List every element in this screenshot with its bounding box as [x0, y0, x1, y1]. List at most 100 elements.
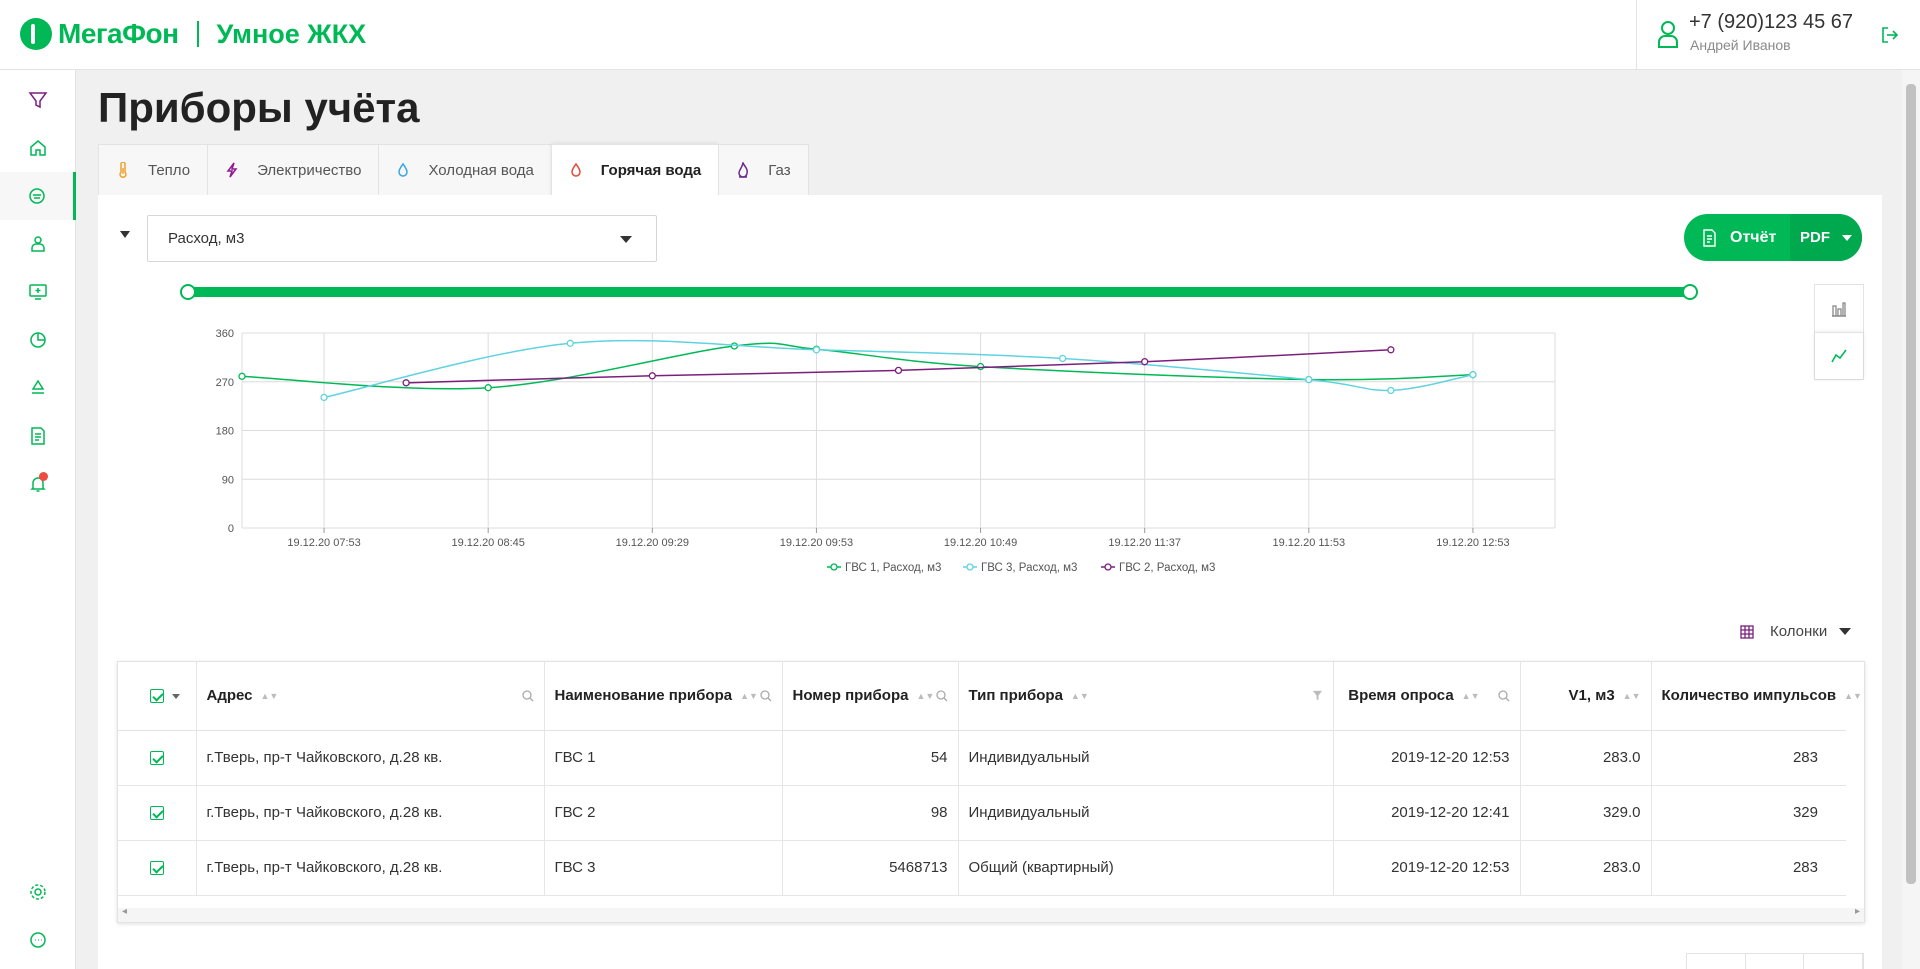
- sidebar-item-users[interactable]: [0, 220, 76, 268]
- cell-address: г.Тверь, пр-т Чайковского, д.28 кв.: [196, 785, 545, 841]
- sort-icon[interactable]: ▲▼: [1462, 691, 1480, 701]
- page-scrollbar-thumb[interactable]: [1906, 84, 1916, 884]
- sidebar-item-analytics[interactable]: [0, 316, 76, 364]
- sidebar-item-meters[interactable]: [0, 172, 76, 220]
- sidebar-item-monitor[interactable]: [0, 268, 76, 316]
- tab-hot-water[interactable]: Горячая вода: [550, 144, 719, 196]
- resource-tabs: Тепло Электричество Холодная вода Горяча…: [98, 144, 809, 196]
- chart-type-toggle: [1814, 284, 1864, 380]
- data-point: [1058, 354, 1067, 363]
- data-point: [238, 372, 246, 380]
- parameter-select[interactable]: Расход, м3: [147, 215, 657, 262]
- time-range-start-handle[interactable]: [180, 284, 196, 300]
- tab-cold-water[interactable]: Холодная вода: [378, 144, 551, 196]
- logout-icon[interactable]: [1881, 26, 1899, 44]
- cell-address: г.Тверь, пр-т Чайковского, д.28 кв.: [196, 840, 545, 896]
- table-row[interactable]: г.Тверь, пр-т Чайковского, д.28 кв. ГВС …: [118, 730, 1846, 786]
- table-row[interactable]: г.Тверь, пр-т Чайковского, д.28 кв. ГВС …: [118, 840, 1846, 896]
- columns-button[interactable]: Колонки: [1740, 623, 1852, 640]
- sidebar-item-documents[interactable]: [0, 412, 76, 460]
- cell-device-type: Индивидуальный: [958, 730, 1334, 786]
- report-format-dropdown[interactable]: PDF: [1790, 214, 1862, 261]
- cell-device-name: ГВС 2: [544, 785, 783, 841]
- column-header-device-number[interactable]: Номер прибора ▲▼: [782, 662, 959, 731]
- sidebar-item-settings[interactable]: [0, 868, 76, 916]
- page-scrollbar[interactable]: [1902, 70, 1920, 969]
- row-checkbox[interactable]: [118, 730, 197, 786]
- pagination-button[interactable]: [1746, 954, 1805, 969]
- sort-icon[interactable]: ▲▼: [916, 691, 934, 701]
- table-horizontal-scrollbar[interactable]: [118, 906, 1864, 922]
- report-button[interactable]: Отчёт PDF: [1684, 214, 1862, 261]
- user-group-icon: [31, 236, 45, 252]
- sidebar-item-recycle[interactable]: [0, 364, 76, 412]
- column-header-pulses[interactable]: Количество импульсов ▲▼: [1651, 662, 1862, 731]
- tab-gas[interactable]: Газ: [718, 144, 809, 196]
- select-all-checkbox[interactable]: [118, 662, 197, 731]
- sort-icon[interactable]: ▲▼: [1071, 691, 1089, 701]
- sidebar-item-chat[interactable]: [0, 916, 76, 964]
- table-row[interactable]: г.Тверь, пр-т Чайковского, д.28 кв. ГВС …: [118, 785, 1846, 841]
- sort-icon[interactable]: ▲▼: [740, 691, 758, 701]
- sidebar-item-notifications[interactable]: [0, 460, 76, 508]
- sidebar-item-filter[interactable]: [0, 76, 76, 124]
- cell-device-number: 98: [782, 785, 959, 841]
- brand-logo[interactable]: МегаФон Умное ЖКХ: [20, 16, 366, 52]
- data-point: [566, 339, 574, 347]
- column-header-device-type[interactable]: Тип прибора ▲▼: [958, 662, 1334, 731]
- sidebar: [0, 70, 76, 969]
- search-icon[interactable]: [1497, 690, 1510, 702]
- sort-icon[interactable]: ▲▼: [1623, 691, 1641, 701]
- line-chart-button[interactable]: [1815, 332, 1863, 379]
- home-icon: [30, 140, 46, 156]
- chat-icon: [30, 932, 46, 948]
- settings-icon: [30, 884, 46, 900]
- x-tick-label: 19.12.20 12:53: [1436, 537, 1509, 549]
- pagination-button[interactable]: [1804, 954, 1864, 969]
- row-checkbox[interactable]: [118, 785, 197, 841]
- thermometer-icon: [119, 162, 127, 178]
- pagination-button[interactable]: [1687, 954, 1746, 969]
- sidebar-item-home[interactable]: [0, 124, 76, 172]
- column-header-v1[interactable]: V1, м3 ▲▼: [1520, 662, 1652, 731]
- data-point: [1469, 371, 1477, 379]
- row-checkbox[interactable]: [118, 840, 197, 896]
- tab-label: Горячая вода: [600, 161, 702, 179]
- bar-chart-icon: [1832, 301, 1846, 317]
- bar-chart-button[interactable]: [1815, 285, 1863, 332]
- line-chart-icon: [1831, 349, 1847, 363]
- search-icon[interactable]: [759, 690, 772, 702]
- tab-electricity[interactable]: Электричество: [207, 144, 379, 196]
- checkbox-icon: [150, 861, 164, 876]
- column-header-poll-time[interactable]: Время опроса ▲▼: [1333, 662, 1521, 731]
- checkbox-icon: [150, 689, 164, 704]
- collapse-filter-toggle[interactable]: [120, 231, 130, 238]
- header-label: Номер прибора: [792, 687, 909, 705]
- filter-icon[interactable]: [1312, 690, 1323, 701]
- consumption-chart: 0 90 180 270 360 19.12.20 07:53 19.12.20 08:45…: [216, 328, 1556, 574]
- x-tick-label: 19.12.20 11:37: [1108, 537, 1181, 549]
- time-range-end-handle[interactable]: [1682, 284, 1698, 300]
- report-format: PDF: [1800, 229, 1830, 246]
- column-header-address[interactable]: Адрес ▲▼: [196, 662, 545, 731]
- legend-entry: ГВС 2, Расход, м3: [1119, 562, 1215, 574]
- search-icon[interactable]: [521, 690, 534, 702]
- cell-poll-time: 2019-12-20 12:53: [1333, 730, 1521, 786]
- data-point: [484, 384, 492, 392]
- cell-poll-time: 2019-12-20 12:53: [1333, 840, 1521, 896]
- sort-icon[interactable]: ▲▼: [261, 691, 279, 701]
- hot-water-drop-icon: [571, 162, 581, 177]
- tab-heat[interactable]: Тепло: [98, 144, 208, 196]
- sort-icon[interactable]: ▲▼: [1844, 691, 1862, 701]
- time-range-slider[interactable]: [188, 287, 1690, 297]
- monitor-icon: [29, 284, 47, 300]
- column-header-device-name[interactable]: Наименование прибора ▲▼: [544, 662, 783, 731]
- data-point: [1387, 386, 1395, 395]
- search-icon[interactable]: [935, 690, 948, 702]
- user-phone[interactable]: +7 (920)123 45 67: [1689, 11, 1853, 34]
- data-point: [812, 346, 821, 354]
- report-generate-button[interactable]: Отчёт: [1684, 214, 1790, 261]
- checkbox-icon: [150, 806, 164, 821]
- user-icon[interactable]: [1657, 20, 1679, 48]
- meters-table: Адрес ▲▼ Наименование прибора ▲▼ Номер при…: [117, 661, 1865, 923]
